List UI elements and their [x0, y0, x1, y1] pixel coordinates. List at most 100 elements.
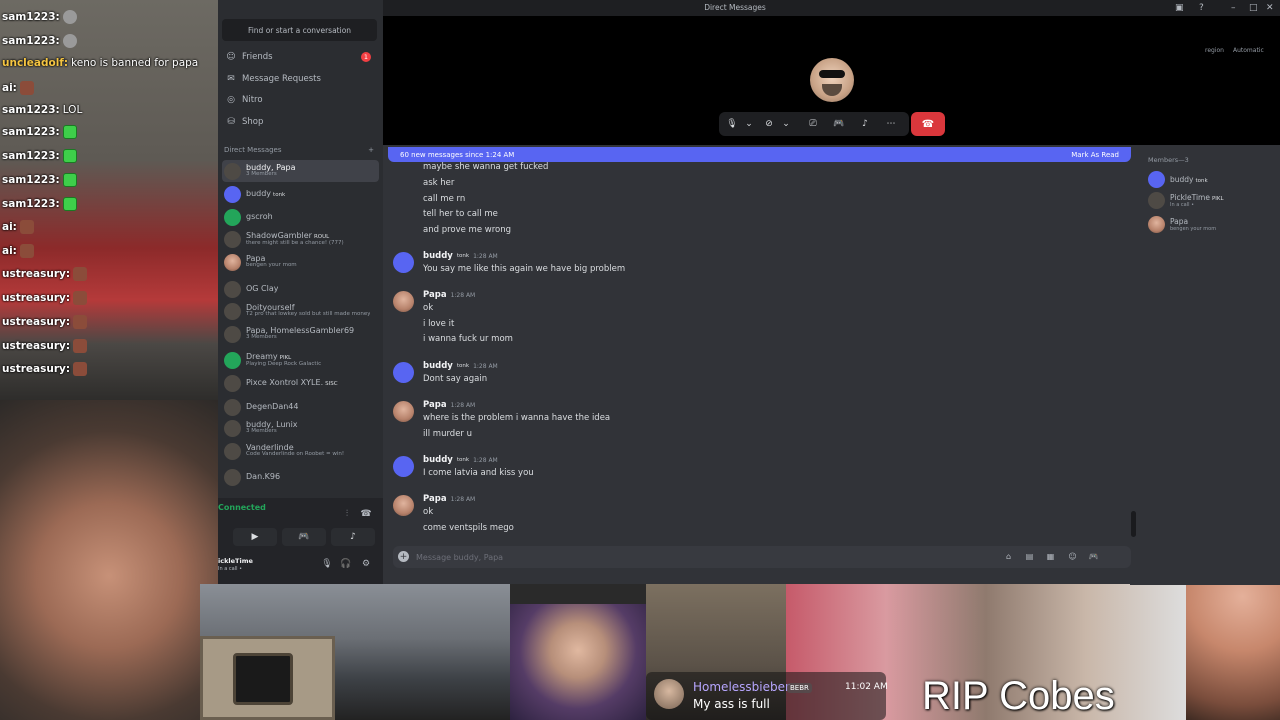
create-dm-button[interactable]: +: [368, 146, 374, 158]
message-avatar[interactable]: [393, 495, 414, 516]
message-header: Papa 1:28 AM: [423, 290, 475, 300]
dm-item[interactable]: Papa, HomelessGambler69 3 Members: [222, 323, 379, 345]
sidebar-item-label: Shop: [242, 117, 264, 127]
message-author[interactable]: buddy: [423, 361, 453, 371]
mute-mic-icon[interactable]: 🎙: [725, 117, 739, 131]
dm-item[interactable]: gscroh: [222, 206, 379, 228]
new-messages-bar[interactable]: 60 new messages since 1:24 AM Mark As Re…: [388, 147, 1131, 162]
message-avatar[interactable]: [393, 362, 414, 383]
attach-plus-icon[interactable]: +: [398, 551, 409, 562]
message-line: Dont say again: [423, 374, 488, 384]
dm-item[interactable]: buddy tonk: [222, 183, 379, 205]
message-timestamp: 1:28 AM: [450, 401, 476, 409]
dm-item[interactable]: Pixce Xontrol XYLE. SISC: [222, 372, 379, 394]
dm-subtext: bengen your mom: [246, 262, 297, 269]
author-tag: tonk: [456, 457, 470, 463]
dm-item[interactable]: Doityourself T2 pro that lowkey sold but …: [222, 300, 379, 322]
stream-chat-message: uncleadolf: keno is banned for papa: [2, 57, 198, 69]
dm-tag: tonk: [273, 191, 286, 198]
message-avatar[interactable]: [393, 456, 414, 477]
activity-button[interactable]: 🎮: [282, 528, 326, 546]
activity-icon[interactable]: 🎮: [832, 117, 846, 131]
dm-item[interactable]: buddy, Lunix 3 Members: [222, 417, 379, 439]
minimize-icon[interactable]: –: [1231, 3, 1236, 13]
disconnect-icon[interactable]: ☎: [360, 508, 372, 520]
message-avatar[interactable]: [393, 291, 414, 312]
emote-icon: [73, 362, 88, 376]
gift-icon[interactable]: ⌂: [1003, 551, 1014, 562]
member-tag: PIKL: [1211, 196, 1224, 202]
scrollbar-thumb[interactable]: [1131, 511, 1136, 537]
dm-item[interactable]: Papa bengen your mom: [222, 251, 379, 273]
chevron-down-icon[interactable]: ⌄: [779, 117, 793, 131]
close-icon[interactable]: ✕: [1266, 3, 1274, 13]
dm-text: Papa bengen your mom: [246, 255, 297, 269]
dm-item[interactable]: Dan.K96: [222, 466, 379, 488]
camera-off-icon[interactable]: ⊘: [762, 117, 776, 131]
member-status: In a call •: [1170, 202, 1195, 208]
help-icon[interactable]: ?: [1199, 3, 1204, 13]
dm-item[interactable]: Dreamy PIKL Playing Deep Rock Galactic: [222, 349, 379, 371]
message-author[interactable]: buddy: [423, 251, 453, 261]
screen-share-icon[interactable]: ⎚: [806, 117, 820, 131]
soundboard-button[interactable]: ♪: [331, 528, 375, 546]
friends-icon: ☺: [226, 52, 236, 62]
message-header: buddy tonk 1:28 AM: [423, 251, 498, 261]
webcam-bald-man: [510, 604, 646, 720]
sidebar-item-nitro[interactable]: ◎ Nitro: [222, 90, 377, 110]
apps-icon[interactable]: 🎮: [1088, 551, 1099, 562]
sidebar-item-label: Friends: [242, 52, 273, 62]
message-author[interactable]: buddy: [423, 455, 453, 465]
stream-chat-user: sam1223:: [2, 35, 60, 47]
settings-gear-icon[interactable]: ⚙: [360, 558, 372, 570]
dm-text: Dan.K96: [246, 473, 280, 481]
member-item[interactable]: buddy tonk: [1148, 171, 1278, 188]
dm-item[interactable]: ShadowGambler ROUL there might still be a …: [222, 228, 379, 250]
sidebar-item-shop[interactable]: ⛁ Shop: [222, 112, 377, 132]
stream-chat-user: ustreasury:: [2, 292, 71, 304]
video-button[interactable]: ▶: [233, 528, 277, 546]
dm-item[interactable]: OG Clay: [222, 278, 379, 300]
avatar: [224, 253, 241, 271]
message-avatar[interactable]: [393, 401, 414, 422]
emote-icon: [62, 149, 77, 163]
message-input[interactable]: [416, 548, 976, 566]
sticker-icon[interactable]: ▦: [1045, 551, 1056, 562]
user-name[interactable]: ickleTime: [218, 557, 253, 565]
member-item[interactable]: Papa bengen your mom: [1148, 216, 1278, 233]
emote-icon: [19, 244, 34, 258]
mic-icon[interactable]: 🎙: [321, 558, 333, 570]
region-select[interactable]: Automatic: [1233, 47, 1264, 54]
message-author[interactable]: Papa: [423, 400, 447, 410]
dm-item[interactable]: DegenDan44: [222, 396, 379, 418]
dm-item[interactable]: Vanderlinde Code Vanderlinde on Roobet = …: [222, 440, 379, 462]
member-status: bengen your mom: [1170, 226, 1217, 232]
message-avatar[interactable]: [393, 252, 414, 273]
avatar: [224, 325, 241, 343]
dm-name: ShadowGambler: [246, 231, 312, 240]
emote-icon: [73, 291, 88, 305]
message-author[interactable]: Papa: [423, 290, 447, 300]
chevron-down-icon[interactable]: ⌄: [742, 117, 756, 131]
sidebar-item-friends[interactable]: ☺ Friends 1: [222, 47, 377, 67]
avatar: [224, 185, 241, 203]
inbox-icon[interactable]: ▣: [1175, 3, 1184, 13]
chat-popup-name: Homelessbieber: [693, 680, 790, 694]
dm-item[interactable]: buddy, Papa 3 Members: [222, 160, 379, 182]
avatar: [224, 419, 241, 437]
find-conversation-button[interactable]: Find or start a conversation: [222, 19, 377, 41]
noise-suppression-icon[interactable]: ⫶: [341, 508, 353, 520]
message-author[interactable]: Papa: [423, 494, 447, 504]
maximize-icon[interactable]: □: [1249, 3, 1258, 13]
more-icon[interactable]: ⋯: [884, 117, 898, 131]
hang-up-button[interactable]: ☎: [911, 112, 945, 136]
gif-icon[interactable]: ▤: [1024, 551, 1035, 562]
soundboard-icon[interactable]: ♪: [858, 117, 872, 131]
emoji-icon[interactable]: ☺: [1067, 551, 1078, 562]
headphones-icon[interactable]: 🎧: [340, 558, 352, 570]
screen: sam1223: sam1223: uncleadolf: keno is banne…: [0, 0, 1280, 720]
mark-as-read-button[interactable]: Mark As Read: [1071, 151, 1119, 159]
call-participant-avatar[interactable]: [810, 58, 854, 102]
member-item[interactable]: PickleTime PIKL In a call •: [1148, 192, 1278, 209]
sidebar-item-message-requests[interactable]: ✉ Message Requests: [222, 69, 377, 89]
